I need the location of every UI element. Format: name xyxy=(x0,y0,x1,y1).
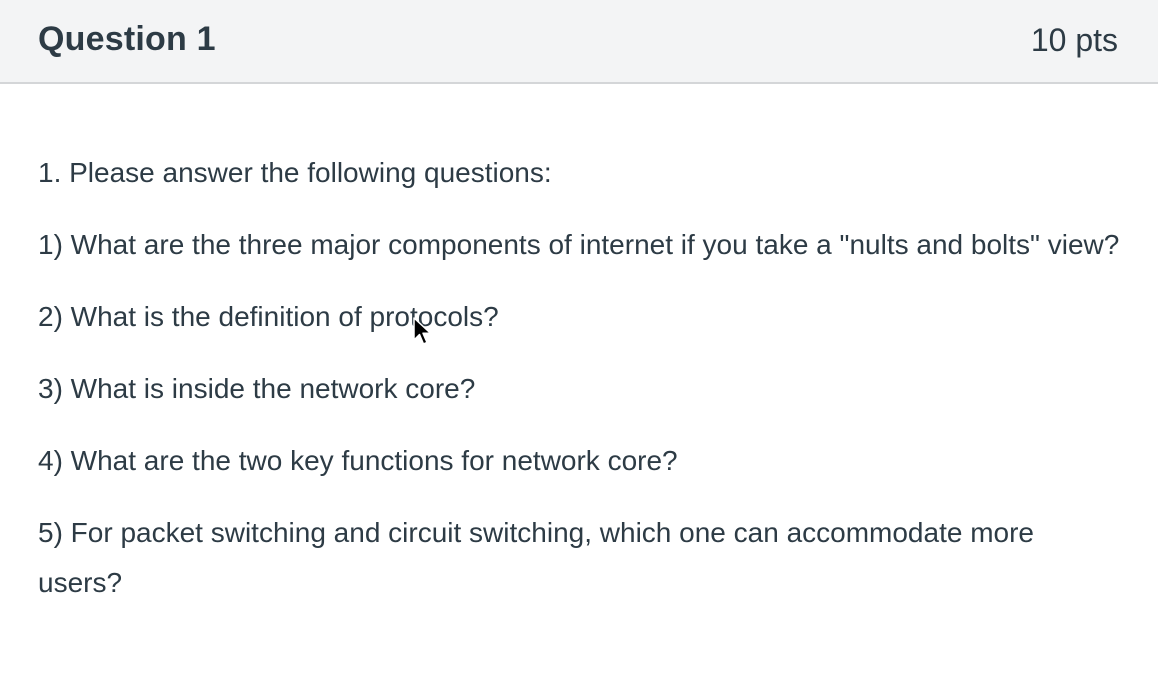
question-item-2: 2) What is the definition of protocols? xyxy=(38,301,499,332)
question-intro: 1. Please answer the following questions… xyxy=(38,157,552,188)
question-item-3: 3) What is inside the network core? xyxy=(38,373,476,404)
question-header: Question 1 10 pts xyxy=(0,0,1158,84)
question-item-4: 4) What are the two key functions for ne… xyxy=(38,445,678,476)
quiz-question: Question 1 10 pts 1. Please answer the f… xyxy=(0,0,1158,696)
question-points: 10 pts xyxy=(1030,22,1118,58)
question-item-1: 1) What are the three major components o… xyxy=(38,229,1120,260)
question-text: 1. Please answer the following questions… xyxy=(38,148,1123,630)
question-title: Question 1 xyxy=(38,20,216,58)
mouse-pointer-icon xyxy=(413,317,432,345)
question-item-5: 5) For packet switching and circuit swit… xyxy=(38,517,1034,598)
